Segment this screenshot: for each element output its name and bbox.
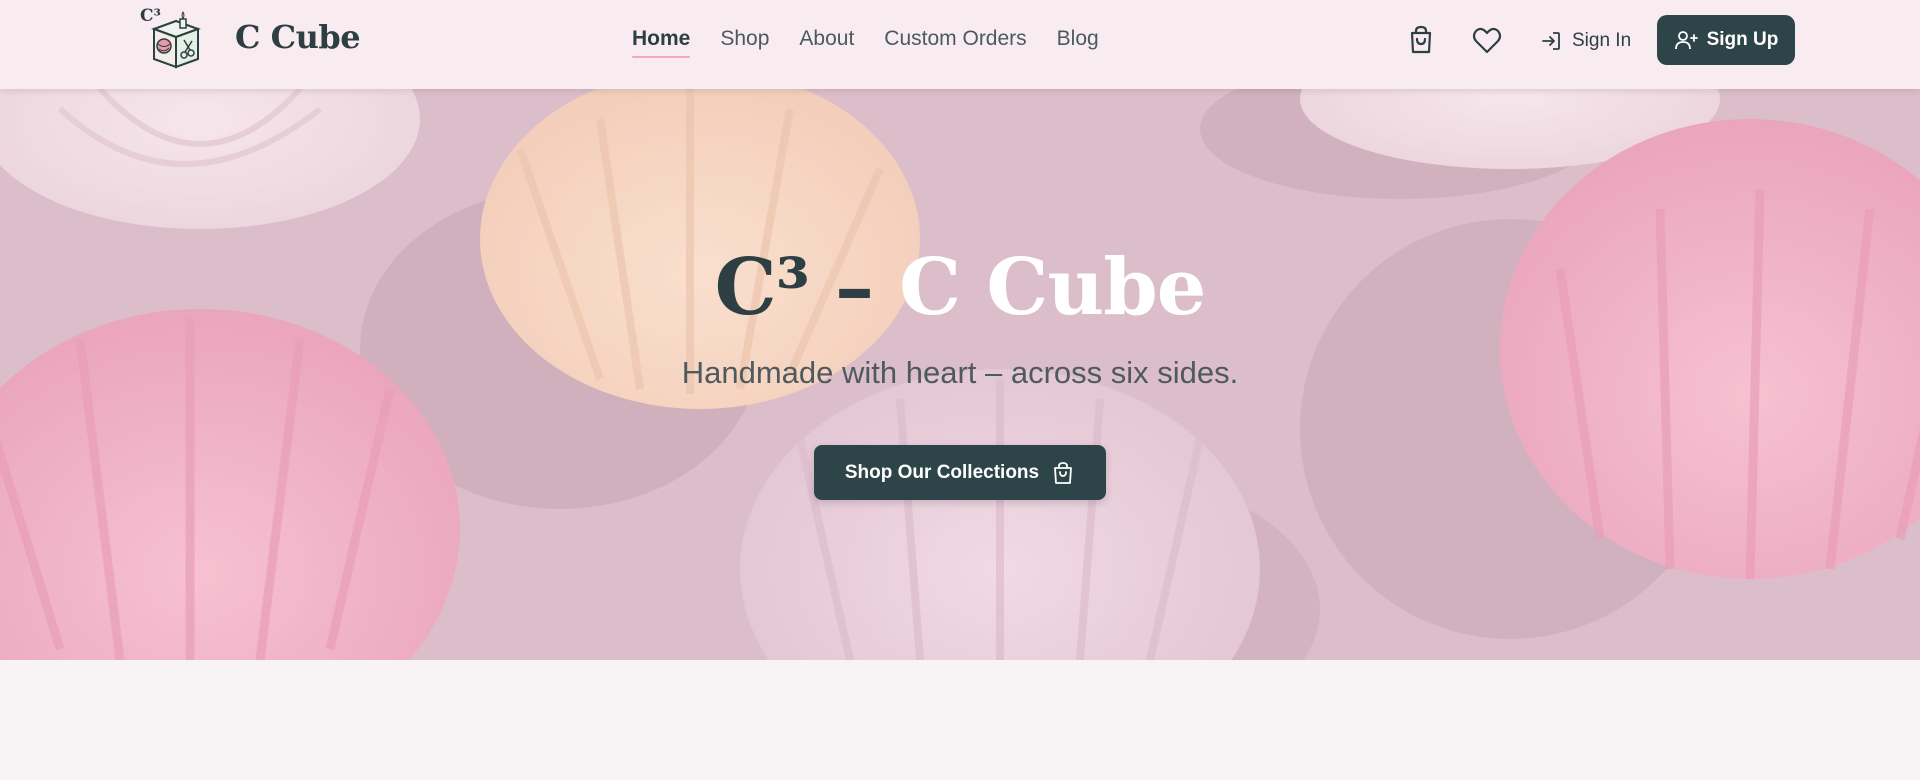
nav-blog[interactable]: Blog — [1057, 26, 1099, 52]
sign-up-button[interactable]: Sign Up — [1657, 15, 1795, 65]
main-nav: Home Shop About Custom Orders Blog — [632, 26, 1129, 58]
shopping-bag-icon[interactable] — [1405, 24, 1437, 56]
shopping-bag-icon — [1054, 461, 1073, 484]
cta-label: Shop Our Collections — [844, 461, 1040, 483]
hero-title-name: C Cube — [899, 242, 1206, 333]
logo-text: C³ — [140, 6, 161, 26]
heart-icon[interactable] — [1471, 24, 1503, 56]
sign-in-button[interactable]: Sign In — [1540, 26, 1631, 56]
sign-up-label: Sign Up — [1706, 29, 1779, 50]
page-content-area — [0, 660, 1920, 780]
nav-about[interactable]: About — [799, 26, 854, 52]
user-plus-icon — [1674, 31, 1698, 50]
hero-title-mark: C³ – — [714, 242, 900, 333]
shop-collections-button[interactable]: Shop Our Collections — [814, 445, 1106, 500]
nav-custom-orders[interactable]: Custom Orders — [884, 26, 1026, 52]
logo-icon[interactable]: C³ — [140, 5, 202, 69]
site-header: C³ C Cube Home Shop About Custom Orders … — [0, 0, 1920, 89]
sign-in-label: Sign In — [1572, 30, 1632, 51]
hero-section: C³ – C Cube Handmade with heart – across… — [0, 89, 1920, 660]
sign-in-icon — [1542, 32, 1560, 50]
hero-title: C³ – C Cube — [0, 249, 1920, 327]
nav-home[interactable]: Home — [632, 26, 691, 58]
nav-shop[interactable]: Shop — [720, 26, 769, 52]
hero-subtitle: Handmade with heart – across six sides. — [681, 355, 1239, 390]
brand-name[interactable]: C Cube — [235, 18, 361, 56]
